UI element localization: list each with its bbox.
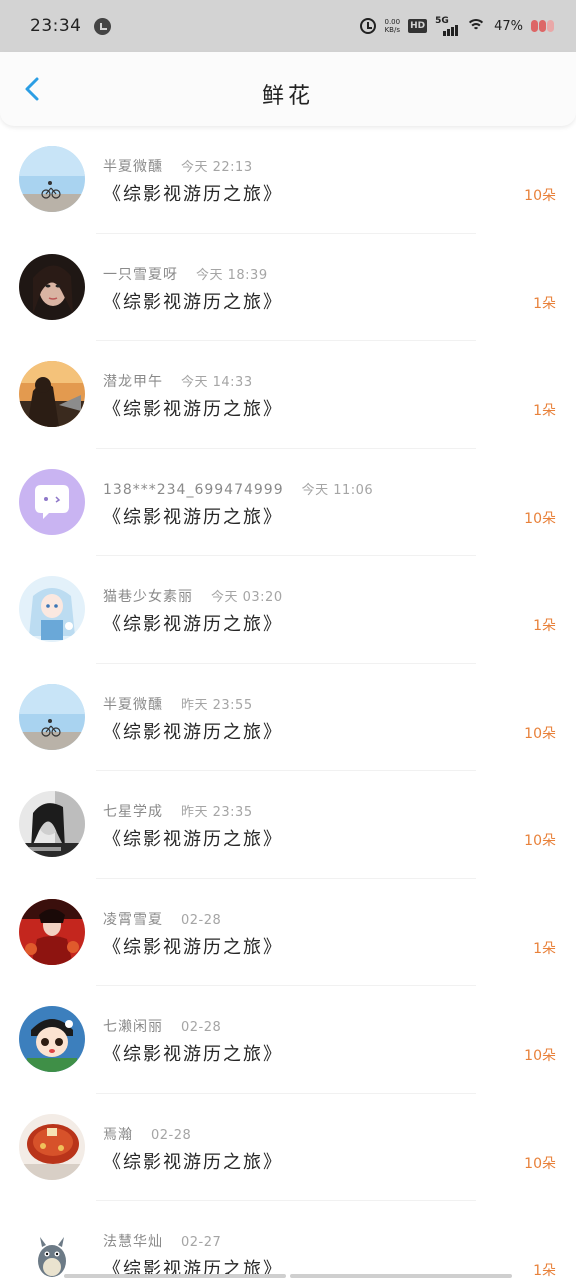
list-item[interactable]: 猫巷少女素丽 今天 03:20 《综影视游历之旅》 1朵: [0, 556, 576, 664]
signal-icon: 5G: [435, 16, 459, 36]
timestamp: 02-28: [181, 1020, 222, 1035]
scroll-indicator: [64, 1274, 512, 1278]
list-item[interactable]: 138***234_699474999 今天 11:06 《综影视游历之旅》 10…: [0, 449, 576, 556]
avatar[interactable]: [19, 1006, 85, 1072]
list-item[interactable]: 一只雪夏呀 今天 18:39 《综影视游历之旅》 1朵: [0, 234, 576, 341]
list-item[interactable]: 半夏微醺 昨天 23:55 《综影视游历之旅》 10朵: [0, 664, 576, 771]
timestamp: 昨天 23:35: [181, 805, 253, 820]
network-type-label: 5G: [435, 16, 449, 26]
list-item[interactable]: 潜龙甲午 今天 14:33 《综影视游历之旅》 1朵: [0, 341, 576, 449]
user-name-text: 猫巷少女素丽: [103, 589, 193, 605]
flower-count: 10朵: [524, 725, 556, 742]
flower-count: 10朵: [524, 188, 556, 204]
user-name: 半夏微醺 昨天 23:55: [103, 694, 253, 714]
list-item[interactable]: 七星学成 昨天 23:35 《综影视游历之旅》 10朵: [0, 771, 576, 879]
list-item[interactable]: 半夏微醺 今天 22:13 《综影视游历之旅》 10朵: [0, 126, 576, 234]
avatar[interactable]: [19, 146, 85, 212]
header: 鲜花: [0, 52, 576, 126]
flower-list: 半夏微醺 今天 22:13 《综影视游历之旅》 10朵 一只雪夏呀 今天 18:39…: [0, 126, 576, 1280]
flower-count: 1朵: [533, 403, 556, 419]
user-name-text: 半夏微醺: [103, 696, 163, 713]
page-title: 鲜花: [261, 84, 314, 109]
status-bar: 23:34 0.00 KB/s HD 5G 47%: [0, 0, 576, 52]
app-notification-icon: [93, 17, 111, 35]
book-title[interactable]: 《综影视游历之旅》: [103, 180, 283, 206]
user-name-text: 半夏微醺: [103, 159, 163, 175]
avatar[interactable]: [19, 468, 85, 535]
book-title[interactable]: 《综影视游历之旅》: [103, 933, 283, 959]
battery-icon: [531, 20, 554, 32]
book-title[interactable]: 《综影视游历之旅》: [103, 503, 283, 529]
flower-count: 10朵: [524, 1048, 556, 1064]
user-name: 七星学成 昨天 23:35: [103, 801, 253, 821]
flower-count: 10朵: [524, 1155, 556, 1172]
book-title[interactable]: 《综影视游历之旅》: [103, 718, 283, 744]
timestamp: 今天 22:13: [181, 160, 253, 175]
user-name-text: 潜龙甲午: [103, 374, 163, 390]
user-name-text: 138***234_699474999: [103, 481, 284, 498]
timestamp: 今天 18:39: [196, 267, 268, 283]
user-name-text: 一只雪夏呀: [103, 266, 178, 283]
list-item[interactable]: 法慧华灿 02-27 《综影视游历之旅》 1朵: [0, 1201, 576, 1280]
flower-count: 1朵: [533, 295, 556, 312]
user-name: 焉瀚 02-28: [103, 1124, 191, 1144]
user-name: 七濑闲丽 02-28: [103, 1016, 221, 1036]
user-name-text: 法慧华灿: [103, 1234, 163, 1250]
user-name: 138***234_699474999 今天 11:06: [103, 479, 373, 498]
timestamp: 今天 03:20: [211, 590, 283, 605]
battery-percent: 47%: [494, 18, 523, 34]
avatar[interactable]: [19, 576, 85, 642]
avatar[interactable]: [19, 791, 85, 857]
network-speed-unit: KB/s: [384, 26, 400, 34]
status-time: 23:34: [30, 16, 82, 36]
user-name: 凌霄雪夏 02-28: [103, 909, 221, 929]
avatar[interactable]: [19, 683, 85, 750]
status-icons: 0.00 KB/s HD 5G 47%: [360, 16, 554, 36]
avatar[interactable]: [19, 898, 85, 965]
timestamp: 昨天 23:55: [181, 697, 253, 713]
flower-count: 1朵: [533, 940, 556, 957]
list-item[interactable]: 焉瀚 02-28 《综影视游历之旅》 10朵: [0, 1094, 576, 1201]
timestamp: 02-28: [181, 912, 222, 928]
user-name-text: 七濑闲丽: [103, 1019, 163, 1035]
avatar[interactable]: [19, 253, 85, 320]
avatar[interactable]: [19, 361, 85, 427]
book-title[interactable]: 《综影视游历之旅》: [103, 288, 283, 314]
book-title[interactable]: 《综影视游历之旅》: [103, 825, 283, 851]
book-title[interactable]: 《综影视游历之旅》: [103, 1148, 283, 1174]
book-title[interactable]: 《综影视游历之旅》: [103, 395, 283, 421]
user-name-text: 七星学成: [103, 804, 163, 820]
network-speed-value: 0.00: [384, 18, 401, 26]
user-name-text: 凌霄雪夏: [103, 911, 163, 928]
user-name: 法慧华灿 02-27: [103, 1231, 221, 1251]
user-name: 猫巷少女素丽 今天 03:20: [103, 586, 283, 606]
flower-count: 1朵: [533, 1263, 556, 1279]
user-name: 潜龙甲午 今天 14:33: [103, 371, 253, 391]
user-name: 半夏微醺 今天 22:13: [103, 156, 253, 176]
flower-count: 1朵: [533, 618, 556, 634]
hd-icon: HD: [408, 19, 428, 33]
flower-count: 10朵: [524, 510, 556, 527]
wifi-icon: [466, 18, 487, 34]
timestamp: 今天 11:06: [301, 482, 374, 498]
list-item[interactable]: 七濑闲丽 02-28 《综影视游历之旅》 10朵: [0, 986, 576, 1094]
book-title[interactable]: 《综影视游历之旅》: [103, 610, 283, 636]
avatar[interactable]: [19, 1221, 85, 1280]
alarm-icon: [360, 18, 377, 34]
user-name: 一只雪夏呀 今天 18:39: [103, 264, 268, 284]
book-title[interactable]: 《综影视游历之旅》: [103, 1040, 283, 1066]
timestamp: 今天 14:33: [181, 375, 253, 390]
timestamp: 02-27: [181, 1235, 222, 1250]
flower-count: 10朵: [524, 833, 556, 849]
timestamp: 02-28: [151, 1127, 192, 1143]
network-speed: 0.00 KB/s: [384, 18, 400, 34]
user-name-text: 焉瀚: [103, 1126, 133, 1143]
avatar[interactable]: [19, 1113, 85, 1180]
list-item[interactable]: 凌霄雪夏 02-28 《综影视游历之旅》 1朵: [0, 879, 576, 986]
